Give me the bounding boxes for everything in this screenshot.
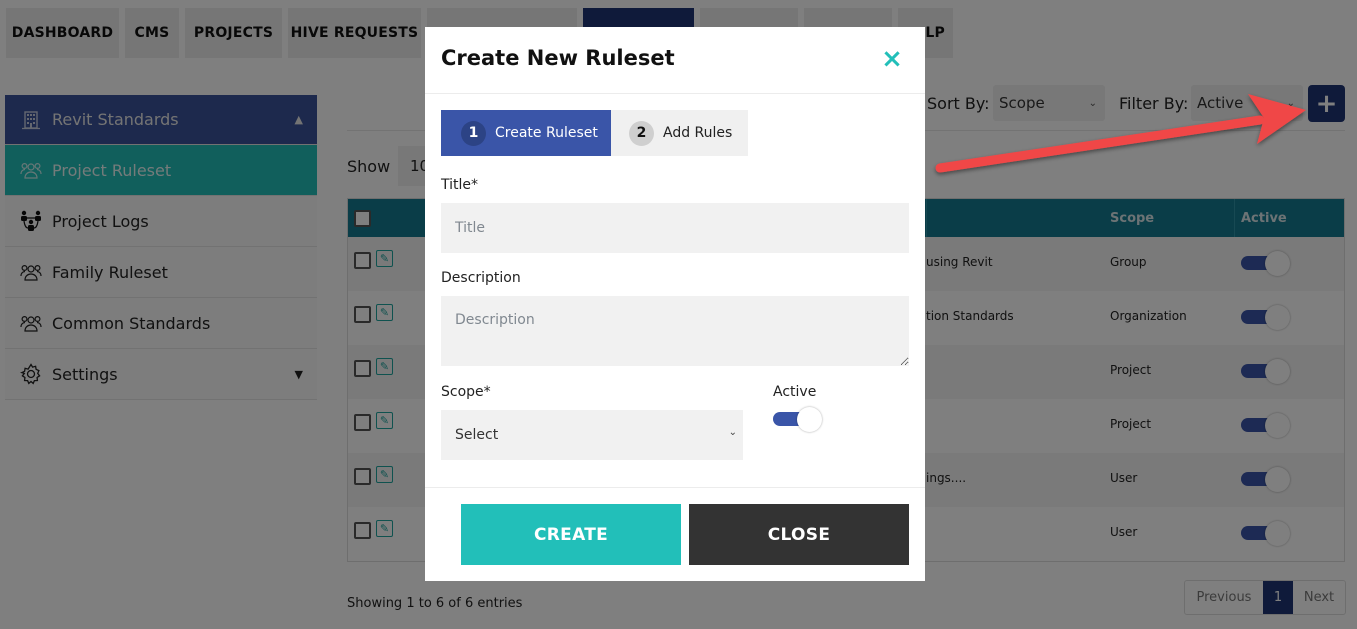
step-label: Add Rules: [663, 125, 733, 141]
title-label: Title*: [441, 177, 479, 193]
modal-title: Create New Ruleset: [441, 46, 675, 70]
step-create-ruleset[interactable]: 1 Create Ruleset: [441, 110, 611, 156]
active-label: Active: [773, 384, 817, 400]
title-input[interactable]: [441, 203, 909, 253]
chevron-down-icon: ⌄: [728, 427, 737, 438]
create-ruleset-modal: Create New Ruleset × 1 Create Ruleset 2 …: [425, 27, 925, 581]
step-add-rules[interactable]: 2 Add Rules: [611, 110, 748, 156]
annotation-arrow-icon: [935, 94, 1306, 173]
scope-select[interactable]: Select ⌄: [441, 410, 743, 460]
modal-header-divider: [425, 93, 925, 94]
step-number: 1: [461, 120, 486, 146]
close-icon[interactable]: ×: [880, 46, 904, 72]
description-textarea[interactable]: [441, 296, 909, 366]
step-number: 2: [629, 120, 654, 146]
active-toggle[interactable]: [773, 407, 823, 432]
step-label: Create Ruleset: [495, 125, 598, 141]
create-button[interactable]: CREATE: [461, 504, 681, 565]
toggle-knob: [797, 407, 822, 432]
scope-label: Scope*: [441, 384, 491, 400]
scope-select-value: Select: [455, 427, 499, 443]
modal-footer-divider: [425, 487, 925, 488]
close-button[interactable]: CLOSE: [689, 504, 909, 565]
description-label: Description: [441, 270, 521, 286]
